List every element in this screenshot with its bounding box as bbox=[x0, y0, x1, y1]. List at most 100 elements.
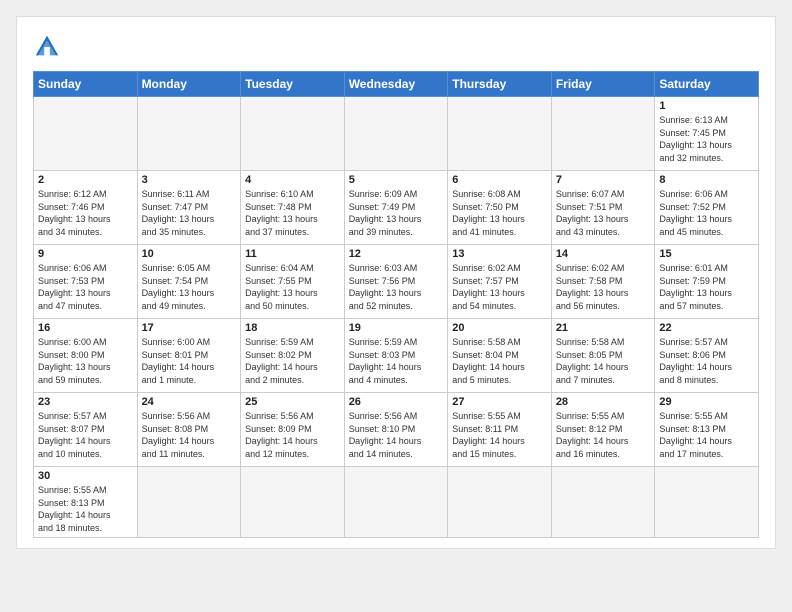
day-number: 26 bbox=[349, 396, 444, 408]
day-cell: 26 Sunrise: 5:56 AM Sunset: 8:10 PM Dayli… bbox=[344, 393, 448, 467]
day-cell bbox=[448, 97, 552, 171]
day-cell: 13 Sunrise: 6:02 AM Sunset: 7:57 PM Dayli… bbox=[448, 245, 552, 319]
day-cell: 3Sunrise: 6:11 AM Sunset: 7:47 PM Daylig… bbox=[137, 171, 241, 245]
day-info: Sunrise: 5:55 AM Sunset: 8:13 PM Dayligh… bbox=[38, 484, 133, 534]
day-cell: 25 Sunrise: 5:56 AM Sunset: 8:09 PM Dayli… bbox=[241, 393, 345, 467]
day-cell: 23 Sunrise: 5:57 AM Sunset: 8:07 PM Dayli… bbox=[34, 393, 138, 467]
day-cell: 14 Sunrise: 6:02 AM Sunset: 7:58 PM Dayli… bbox=[551, 245, 655, 319]
day-number: 23 bbox=[38, 396, 133, 408]
day-number: 21 bbox=[556, 322, 651, 334]
day-cell: 15Sunrise: 6:01 AM Sunset: 7:59 PM Dayli… bbox=[655, 245, 759, 319]
day-info: Sunrise: 6:12 AM Sunset: 7:46 PM Dayligh… bbox=[38, 188, 133, 238]
day-cell bbox=[241, 467, 345, 538]
day-number: 25 bbox=[245, 396, 340, 408]
day-info: Sunrise: 5:55 AM Sunset: 8:13 PM Dayligh… bbox=[659, 410, 754, 460]
day-cell: 8Sunrise: 6:06 AM Sunset: 7:52 PM Daylig… bbox=[655, 171, 759, 245]
day-number: 27 bbox=[452, 396, 547, 408]
day-number: 20 bbox=[452, 322, 547, 334]
day-info: Sunrise: 6:10 AM Sunset: 7:48 PM Dayligh… bbox=[245, 188, 340, 238]
day-info: Sunrise: 6:06 AM Sunset: 7:53 PM Dayligh… bbox=[38, 262, 133, 312]
week-row-3: 9 Sunrise: 6:06 AM Sunset: 7:53 PM Daylig… bbox=[34, 245, 759, 319]
day-number: 8 bbox=[659, 174, 754, 186]
day-info: Sunrise: 6:02 AM Sunset: 7:58 PM Dayligh… bbox=[556, 262, 651, 312]
day-info: Sunrise: 6:03 AM Sunset: 7:56 PM Dayligh… bbox=[349, 262, 444, 312]
day-cell bbox=[655, 467, 759, 538]
day-number: 15 bbox=[659, 248, 754, 260]
calendar-table: SundayMondayTuesdayWednesdayThursdayFrid… bbox=[33, 71, 759, 538]
weekday-header-monday: Monday bbox=[137, 72, 241, 97]
weekday-header-thursday: Thursday bbox=[448, 72, 552, 97]
day-info: Sunrise: 5:58 AM Sunset: 8:05 PM Dayligh… bbox=[556, 336, 651, 386]
week-row-2: 2 Sunrise: 6:12 AM Sunset: 7:46 PM Daylig… bbox=[34, 171, 759, 245]
day-info: Sunrise: 6:09 AM Sunset: 7:49 PM Dayligh… bbox=[349, 188, 444, 238]
week-row-5: 23 Sunrise: 5:57 AM Sunset: 8:07 PM Dayli… bbox=[34, 393, 759, 467]
day-number: 3 bbox=[142, 174, 237, 186]
day-cell bbox=[137, 97, 241, 171]
day-info: Sunrise: 5:56 AM Sunset: 8:10 PM Dayligh… bbox=[349, 410, 444, 460]
day-number: 14 bbox=[556, 248, 651, 260]
day-number: 30 bbox=[38, 470, 133, 482]
day-number: 17 bbox=[142, 322, 237, 334]
day-number: 9 bbox=[38, 248, 133, 260]
day-info: Sunrise: 5:56 AM Sunset: 8:08 PM Dayligh… bbox=[142, 410, 237, 460]
weekday-header-row: SundayMondayTuesdayWednesdayThursdayFrid… bbox=[34, 72, 759, 97]
day-info: Sunrise: 5:56 AM Sunset: 8:09 PM Dayligh… bbox=[245, 410, 340, 460]
week-row-6: 30 Sunrise: 5:55 AM Sunset: 8:13 PM Dayli… bbox=[34, 467, 759, 538]
day-info: Sunrise: 6:13 AM Sunset: 7:45 PM Dayligh… bbox=[659, 114, 754, 164]
day-cell: 24 Sunrise: 5:56 AM Sunset: 8:08 PM Dayli… bbox=[137, 393, 241, 467]
day-number: 7 bbox=[556, 174, 651, 186]
day-cell bbox=[344, 97, 448, 171]
day-info: Sunrise: 5:59 AM Sunset: 8:03 PM Dayligh… bbox=[349, 336, 444, 386]
day-cell: 7 Sunrise: 6:07 AM Sunset: 7:51 PM Daylig… bbox=[551, 171, 655, 245]
day-cell: 11Sunrise: 6:04 AM Sunset: 7:55 PM Dayli… bbox=[241, 245, 345, 319]
day-cell: 19Sunrise: 5:59 AM Sunset: 8:03 PM Dayli… bbox=[344, 319, 448, 393]
weekday-header-sunday: Sunday bbox=[34, 72, 138, 97]
day-cell bbox=[34, 97, 138, 171]
day-number: 29 bbox=[659, 396, 754, 408]
weekday-header-saturday: Saturday bbox=[655, 72, 759, 97]
header bbox=[33, 33, 759, 61]
day-cell: 10Sunrise: 6:05 AM Sunset: 7:54 PM Dayli… bbox=[137, 245, 241, 319]
day-info: Sunrise: 6:05 AM Sunset: 7:54 PM Dayligh… bbox=[142, 262, 237, 312]
day-number: 28 bbox=[556, 396, 651, 408]
day-cell: 30 Sunrise: 5:55 AM Sunset: 8:13 PM Dayli… bbox=[34, 467, 138, 538]
day-cell bbox=[344, 467, 448, 538]
logo-icon bbox=[33, 33, 61, 61]
day-cell bbox=[448, 467, 552, 538]
day-info: Sunrise: 5:55 AM Sunset: 8:12 PM Dayligh… bbox=[556, 410, 651, 460]
day-info: Sunrise: 5:59 AM Sunset: 8:02 PM Dayligh… bbox=[245, 336, 340, 386]
day-cell: 17 Sunrise: 6:00 AM Sunset: 8:01 PM Dayli… bbox=[137, 319, 241, 393]
weekday-header-tuesday: Tuesday bbox=[241, 72, 345, 97]
day-number: 12 bbox=[349, 248, 444, 260]
day-number: 13 bbox=[452, 248, 547, 260]
logo bbox=[33, 33, 65, 61]
day-number: 2 bbox=[38, 174, 133, 186]
day-number: 1 bbox=[659, 100, 754, 112]
day-number: 24 bbox=[142, 396, 237, 408]
day-cell bbox=[137, 467, 241, 538]
day-number: 16 bbox=[38, 322, 133, 334]
day-cell: 27 Sunrise: 5:55 AM Sunset: 8:11 PM Dayli… bbox=[448, 393, 552, 467]
day-cell: 2 Sunrise: 6:12 AM Sunset: 7:46 PM Daylig… bbox=[34, 171, 138, 245]
day-number: 4 bbox=[245, 174, 340, 186]
day-cell: 29 Sunrise: 5:55 AM Sunset: 8:13 PM Dayli… bbox=[655, 393, 759, 467]
day-info: Sunrise: 6:00 AM Sunset: 8:01 PM Dayligh… bbox=[142, 336, 237, 386]
week-row-4: 16Sunrise: 6:00 AM Sunset: 8:00 PM Dayli… bbox=[34, 319, 759, 393]
day-info: Sunrise: 6:02 AM Sunset: 7:57 PM Dayligh… bbox=[452, 262, 547, 312]
weekday-header-wednesday: Wednesday bbox=[344, 72, 448, 97]
day-info: Sunrise: 5:57 AM Sunset: 8:06 PM Dayligh… bbox=[659, 336, 754, 386]
day-info: Sunrise: 6:04 AM Sunset: 7:55 PM Dayligh… bbox=[245, 262, 340, 312]
day-cell: 16Sunrise: 6:00 AM Sunset: 8:00 PM Dayli… bbox=[34, 319, 138, 393]
day-cell: 12 Sunrise: 6:03 AM Sunset: 7:56 PM Dayli… bbox=[344, 245, 448, 319]
day-cell: 28 Sunrise: 5:55 AM Sunset: 8:12 PM Dayli… bbox=[551, 393, 655, 467]
day-info: Sunrise: 5:57 AM Sunset: 8:07 PM Dayligh… bbox=[38, 410, 133, 460]
day-number: 6 bbox=[452, 174, 547, 186]
day-info: Sunrise: 6:08 AM Sunset: 7:50 PM Dayligh… bbox=[452, 188, 547, 238]
day-info: Sunrise: 6:07 AM Sunset: 7:51 PM Dayligh… bbox=[556, 188, 651, 238]
weekday-header-friday: Friday bbox=[551, 72, 655, 97]
day-cell: 20Sunrise: 5:58 AM Sunset: 8:04 PM Dayli… bbox=[448, 319, 552, 393]
day-cell bbox=[551, 97, 655, 171]
day-cell bbox=[551, 467, 655, 538]
day-number: 18 bbox=[245, 322, 340, 334]
day-info: Sunrise: 5:55 AM Sunset: 8:11 PM Dayligh… bbox=[452, 410, 547, 460]
